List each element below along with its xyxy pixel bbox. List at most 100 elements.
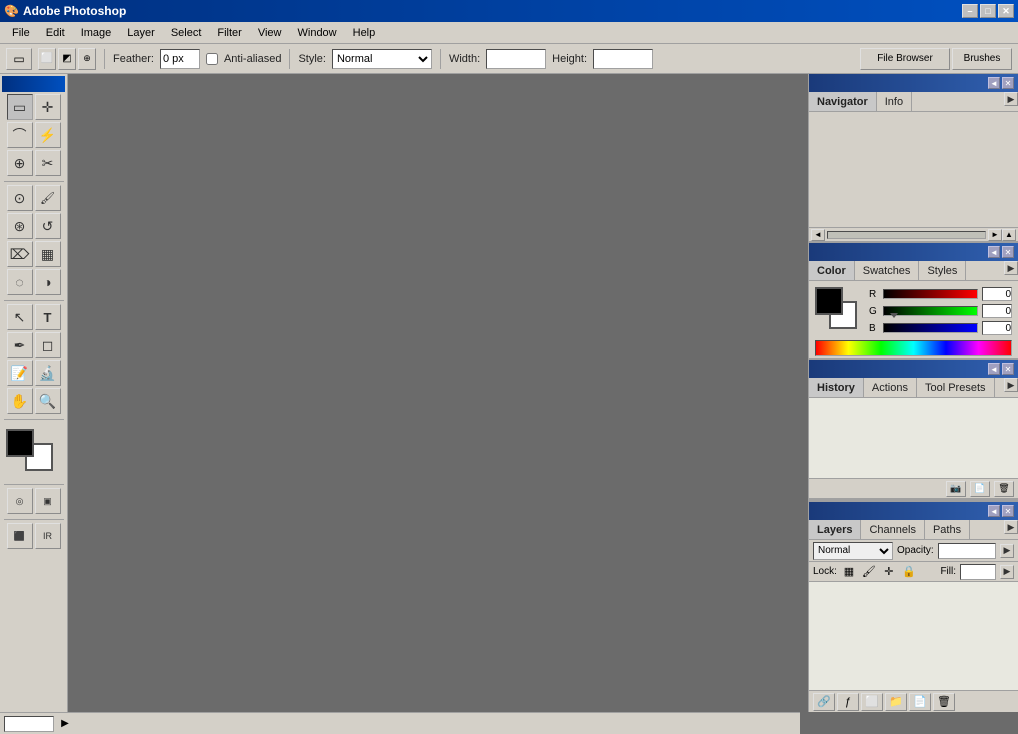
lasso-tool[interactable]: ⌒ xyxy=(7,122,33,148)
lock-image-btn[interactable]: 🖌 xyxy=(861,564,877,580)
width-input[interactable] xyxy=(486,49,546,69)
shape-tool[interactable]: ◻ xyxy=(35,332,61,358)
tab-navigator[interactable]: Navigator xyxy=(809,92,877,111)
history-delete-btn[interactable]: 🗑 xyxy=(994,481,1014,497)
tab-actions[interactable]: Actions xyxy=(864,378,917,397)
layers-menu-btn[interactable]: ▶ xyxy=(1004,520,1018,534)
color-close-btn[interactable]: ✕ xyxy=(1002,246,1014,258)
notes-tool[interactable]: 📝 xyxy=(7,360,33,386)
style-select[interactable]: Normal Fixed Aspect Ratio Fixed Size xyxy=(332,49,432,69)
nav-scroll-left[interactable]: ◄ xyxy=(811,229,825,241)
file-browser-tab[interactable]: File Browser xyxy=(860,48,950,70)
clone-stamp-tool[interactable]: ⊛ xyxy=(7,213,33,239)
imageready-btn[interactable]: IR xyxy=(35,523,61,549)
history-brush-tool[interactable]: ↺ xyxy=(35,213,61,239)
standard-mode-btn[interactable]: ▣ xyxy=(35,488,61,514)
slice-tool[interactable]: ✂ xyxy=(35,150,61,176)
anti-aliased-checkbox[interactable] xyxy=(206,53,218,65)
layer-style-btn[interactable]: ƒ xyxy=(837,693,859,711)
g-slider[interactable] xyxy=(883,306,978,316)
layers-close-btn[interactable]: ✕ xyxy=(1002,505,1014,517)
tab-tool-presets[interactable]: Tool Presets xyxy=(917,378,995,397)
marquee-opt3[interactable]: ⊕ xyxy=(78,48,96,70)
tab-layers[interactable]: Layers xyxy=(809,520,861,539)
eyedropper-tool[interactable]: 🔬 xyxy=(35,360,61,386)
menu-edit[interactable]: Edit xyxy=(38,25,73,41)
menu-filter[interactable]: Filter xyxy=(209,25,249,41)
navigator-menu-btn[interactable]: ▶ xyxy=(1004,92,1018,106)
lock-position-btn[interactable]: ✛ xyxy=(881,564,897,580)
nav-scroll-up[interactable]: ▲ xyxy=(1002,229,1016,241)
height-input[interactable] xyxy=(593,49,653,69)
lock-all-btn[interactable]: 🔒 xyxy=(901,564,917,580)
screen-mode-btn[interactable]: ⬛ xyxy=(7,523,33,549)
navigator-collapse-btn[interactable]: ◄ xyxy=(988,77,1000,89)
color-menu-btn[interactable]: ▶ xyxy=(1004,261,1018,275)
history-close-btn[interactable]: ✕ xyxy=(1002,363,1014,375)
menu-select[interactable]: Select xyxy=(163,25,210,41)
g-value[interactable] xyxy=(982,304,1012,318)
feather-input[interactable] xyxy=(160,49,200,69)
magic-wand-tool[interactable]: ⚡ xyxy=(35,122,61,148)
layer-delete-btn[interactable]: 🗑 xyxy=(933,693,955,711)
fg-swatch[interactable] xyxy=(815,287,843,315)
layer-link-btn[interactable]: 🔗 xyxy=(813,693,835,711)
lock-transparent-btn[interactable]: ▦ xyxy=(841,564,857,580)
marquee-opt2[interactable]: ◩ xyxy=(58,48,76,70)
tab-info[interactable]: Info xyxy=(877,92,912,111)
move-tool[interactable]: ✛ xyxy=(35,94,61,120)
maximize-button[interactable]: □ xyxy=(980,4,996,18)
layer-new-btn[interactable]: 📄 xyxy=(909,693,931,711)
b-slider[interactable] xyxy=(883,323,978,333)
foreground-color[interactable] xyxy=(6,429,34,457)
nav-scroll-right[interactable]: ► xyxy=(988,229,1002,241)
menu-layer[interactable]: Layer xyxy=(119,25,163,41)
close-button[interactable]: ✕ xyxy=(998,4,1014,18)
healing-brush-tool[interactable]: ⊙ xyxy=(7,185,33,211)
path-selection-tool[interactable]: ↖ xyxy=(7,304,33,330)
fill-field[interactable] xyxy=(960,564,996,580)
hand-tool[interactable]: ✋ xyxy=(7,388,33,414)
menu-view[interactable]: View xyxy=(250,25,290,41)
type-tool[interactable]: T xyxy=(35,304,61,330)
color-collapse-btn[interactable]: ◄ xyxy=(988,246,1000,258)
quick-mask-btn[interactable]: ◎ xyxy=(7,488,33,514)
brushes-tab[interactable]: Brushes xyxy=(952,48,1012,70)
blend-mode-select[interactable]: Normal Dissolve Multiply xyxy=(813,542,893,560)
eraser-tool[interactable]: ⌦ xyxy=(7,241,33,267)
zoom-tool[interactable]: 🔍 xyxy=(35,388,61,414)
tab-history[interactable]: History xyxy=(809,378,864,397)
navigator-close-btn[interactable]: ✕ xyxy=(1002,77,1014,89)
brush-tool[interactable]: 🖌 xyxy=(35,185,61,211)
pen-tool[interactable]: ✒ xyxy=(7,332,33,358)
tab-styles[interactable]: Styles xyxy=(919,261,966,280)
crop-tool[interactable]: ⊕ xyxy=(7,150,33,176)
tab-channels[interactable]: Channels xyxy=(861,520,924,539)
r-value[interactable] xyxy=(982,287,1012,301)
b-value[interactable] xyxy=(982,321,1012,335)
tab-paths[interactable]: Paths xyxy=(925,520,970,539)
tab-color[interactable]: Color xyxy=(809,261,855,280)
menu-window[interactable]: Window xyxy=(290,25,345,41)
menu-image[interactable]: Image xyxy=(73,25,120,41)
fill-arrow[interactable]: ▶ xyxy=(1000,565,1014,579)
history-new-doc-btn[interactable]: 📄 xyxy=(970,481,990,497)
opacity-arrow[interactable]: ▶ xyxy=(1000,544,1014,558)
minimize-button[interactable]: – xyxy=(962,4,978,18)
status-arrow-btn[interactable]: ▶ xyxy=(58,717,72,731)
layer-group-btn[interactable]: 📁 xyxy=(885,693,907,711)
menu-file[interactable]: File xyxy=(4,25,38,41)
layers-collapse-btn[interactable]: ◄ xyxy=(988,505,1000,517)
history-collapse-btn[interactable]: ◄ xyxy=(988,363,1000,375)
history-menu-btn[interactable]: ▶ xyxy=(1004,378,1018,392)
marquee-opt1[interactable]: ⬜ xyxy=(38,48,56,70)
rectangular-marquee-tool[interactable]: ▭ xyxy=(7,94,33,120)
history-new-snapshot-btn[interactable]: 📷 xyxy=(946,481,966,497)
menu-help[interactable]: Help xyxy=(345,25,384,41)
marquee-rect-btn[interactable]: ▭ xyxy=(6,48,32,70)
zoom-field[interactable] xyxy=(4,716,54,732)
layer-mask-btn[interactable]: ⬜ xyxy=(861,693,883,711)
tab-swatches[interactable]: Swatches xyxy=(855,261,920,280)
dodge-tool[interactable]: ◑ xyxy=(35,269,61,295)
color-spectrum[interactable] xyxy=(815,340,1012,356)
